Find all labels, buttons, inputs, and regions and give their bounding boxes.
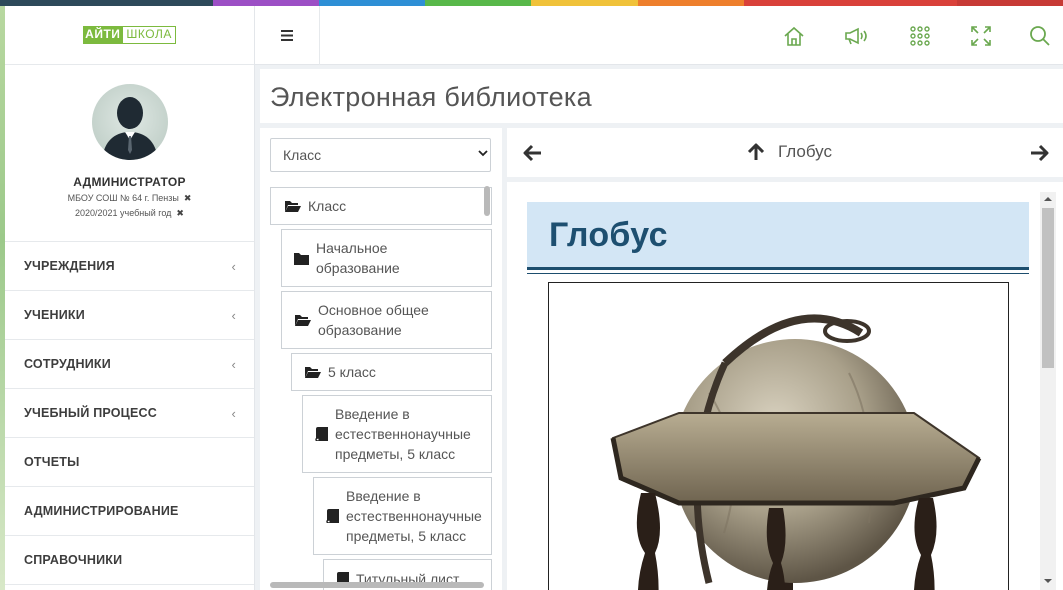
menu-item-label: СОТРУДНИКИ xyxy=(24,357,111,371)
book-icon xyxy=(326,509,339,523)
folder-open-icon xyxy=(295,314,311,326)
search-button[interactable] xyxy=(1027,23,1053,49)
heading-divider xyxy=(527,273,1029,274)
document-view: Глобус xyxy=(507,182,1063,590)
current-section-title: Глобус xyxy=(778,142,832,161)
menu-item-learning-process[interactable]: УЧЕБНЫЙ ПРОЦЕСС ‹ xyxy=(5,389,254,438)
document-vertical-scrollbar[interactable] xyxy=(1040,192,1056,590)
chevron-left-icon: ‹ xyxy=(231,307,236,323)
apps-grid-icon xyxy=(910,26,930,46)
tree-node-class[interactable]: Класс xyxy=(270,187,492,225)
menu-item-label: УЧЕНИКИ xyxy=(24,308,85,322)
menu-item-label: ОТЧЕТЫ xyxy=(24,455,80,469)
menu-item-institutions[interactable]: УЧРЕЖДЕНИЯ ‹ xyxy=(5,242,254,291)
logo-part-1: АЙТИ xyxy=(83,26,123,44)
tree-node-label: Введение в естественнонаучные предметы, … xyxy=(335,406,471,462)
menu-item-reports[interactable]: ОТЧЕТЫ xyxy=(5,438,254,487)
tree-node-basic-general-education[interactable]: Основное общее образование xyxy=(281,291,492,349)
avatar xyxy=(91,84,168,160)
page-title: Электронная библиотека xyxy=(260,69,1063,123)
nav-up-button[interactable]: Глобус xyxy=(747,142,832,162)
menu-item-students[interactable]: УЧЕНИКИ ‹ xyxy=(5,291,254,340)
document-heading: Глобус xyxy=(549,216,668,254)
menu-toggle-button[interactable] xyxy=(255,6,320,65)
tree-node-label: Введение в естественнонаучные предметы, … xyxy=(346,488,482,544)
top-header xyxy=(255,6,1063,65)
menu-item-label: СПРАВОЧНИКИ xyxy=(24,553,123,567)
tree-node-intro-science-2[interactable]: Введение в естественнонаучные предметы, … xyxy=(313,477,492,555)
menu-item-directories[interactable]: СПРАВОЧНИКИ xyxy=(5,536,254,585)
tree-node-label: Начальное образование xyxy=(316,240,400,276)
scroll-down-icon[interactable] xyxy=(1040,574,1056,588)
chevron-left-icon: ‹ xyxy=(231,356,236,372)
sidebar: АЙТИ ШКОЛА АДМИНИСТРАТОР МБОУ СОШ № 64 г… xyxy=(5,6,255,590)
class-select-value: Класс xyxy=(283,147,322,163)
remove-school-icon[interactable]: ✖ xyxy=(184,193,192,203)
user-school: МБОУ СОШ № 64 г. Пензы ✖ xyxy=(68,193,192,204)
folder-icon xyxy=(294,252,309,265)
fullscreen-icon xyxy=(971,26,991,46)
tree-node-label: Класс xyxy=(308,198,347,214)
scroll-up-icon[interactable] xyxy=(1040,192,1056,206)
document-nav-bar: Глобус xyxy=(507,128,1063,177)
tree-node-label: 5 класс xyxy=(328,364,376,380)
arrow-up-icon xyxy=(747,143,765,160)
chevron-left-icon: ‹ xyxy=(231,258,236,274)
user-profile: АДМИНИСТРАТОР МБОУ СОШ № 64 г. Пензы ✖ 20… xyxy=(5,65,254,242)
menu-item-staff[interactable]: СОТРУДНИКИ ‹ xyxy=(5,340,254,389)
globe-illustration xyxy=(610,314,982,590)
logo-part-2: ШКОЛА xyxy=(122,26,176,44)
tree-vertical-scrollbar[interactable] xyxy=(484,186,490,216)
search-icon xyxy=(1030,26,1050,46)
user-year: 2020/2021 учебный год ✖ xyxy=(75,208,184,219)
class-select[interactable]: Класс xyxy=(270,138,491,172)
logo-area: АЙТИ ШКОЛА xyxy=(5,6,254,65)
apps-button[interactable] xyxy=(907,23,933,49)
menu-item-label: УЧРЕЖДЕНИЯ xyxy=(24,259,115,273)
arrow-left-icon[interactable] xyxy=(523,143,543,163)
megaphone-icon xyxy=(845,27,867,45)
user-silhouette-icon xyxy=(101,97,158,160)
menu-item-label: АДМИНИСТРИРОВАНИЕ xyxy=(24,504,179,518)
tree-node-grade-5[interactable]: 5 класс xyxy=(291,353,492,391)
chevron-left-icon: ‹ xyxy=(231,405,236,421)
home-button[interactable] xyxy=(781,23,807,49)
hamburger-icon xyxy=(281,30,293,41)
menu-item-administration[interactable]: АДМИНИСТРИРОВАНИЕ xyxy=(5,487,254,536)
remove-year-icon[interactable]: ✖ xyxy=(176,208,184,218)
arrow-right-icon[interactable] xyxy=(1029,143,1049,163)
school-name: МБОУ СОШ № 64 г. Пензы xyxy=(67,193,179,203)
home-icon xyxy=(784,26,804,46)
tree-node-intro-science-1[interactable]: Введение в естественнонаучные предметы, … xyxy=(302,395,492,473)
user-name: АДМИНИСТРАТОР xyxy=(73,175,186,189)
fullscreen-button[interactable] xyxy=(968,23,994,49)
menu-item-label: УЧЕБНЫЙ ПРОЦЕСС xyxy=(24,406,158,420)
school-year: 2020/2021 учебный год xyxy=(75,208,172,218)
folder-open-icon xyxy=(285,200,301,212)
announcements-button[interactable] xyxy=(844,23,870,49)
chevron-down-icon xyxy=(478,150,488,157)
book-icon xyxy=(315,427,328,441)
scrollbar-thumb[interactable] xyxy=(1042,208,1054,368)
folder-open-icon xyxy=(305,366,321,378)
document-heading-block: Глобус xyxy=(527,202,1029,270)
globe-image xyxy=(548,282,1009,590)
tree-node-label: Основное общее образование xyxy=(318,302,429,338)
tree-horizontal-scrollbar[interactable] xyxy=(270,582,484,588)
logo[interactable]: АЙТИ ШКОЛА xyxy=(83,26,176,44)
tree-node-primary-education[interactable]: Начальное образование xyxy=(281,229,492,287)
